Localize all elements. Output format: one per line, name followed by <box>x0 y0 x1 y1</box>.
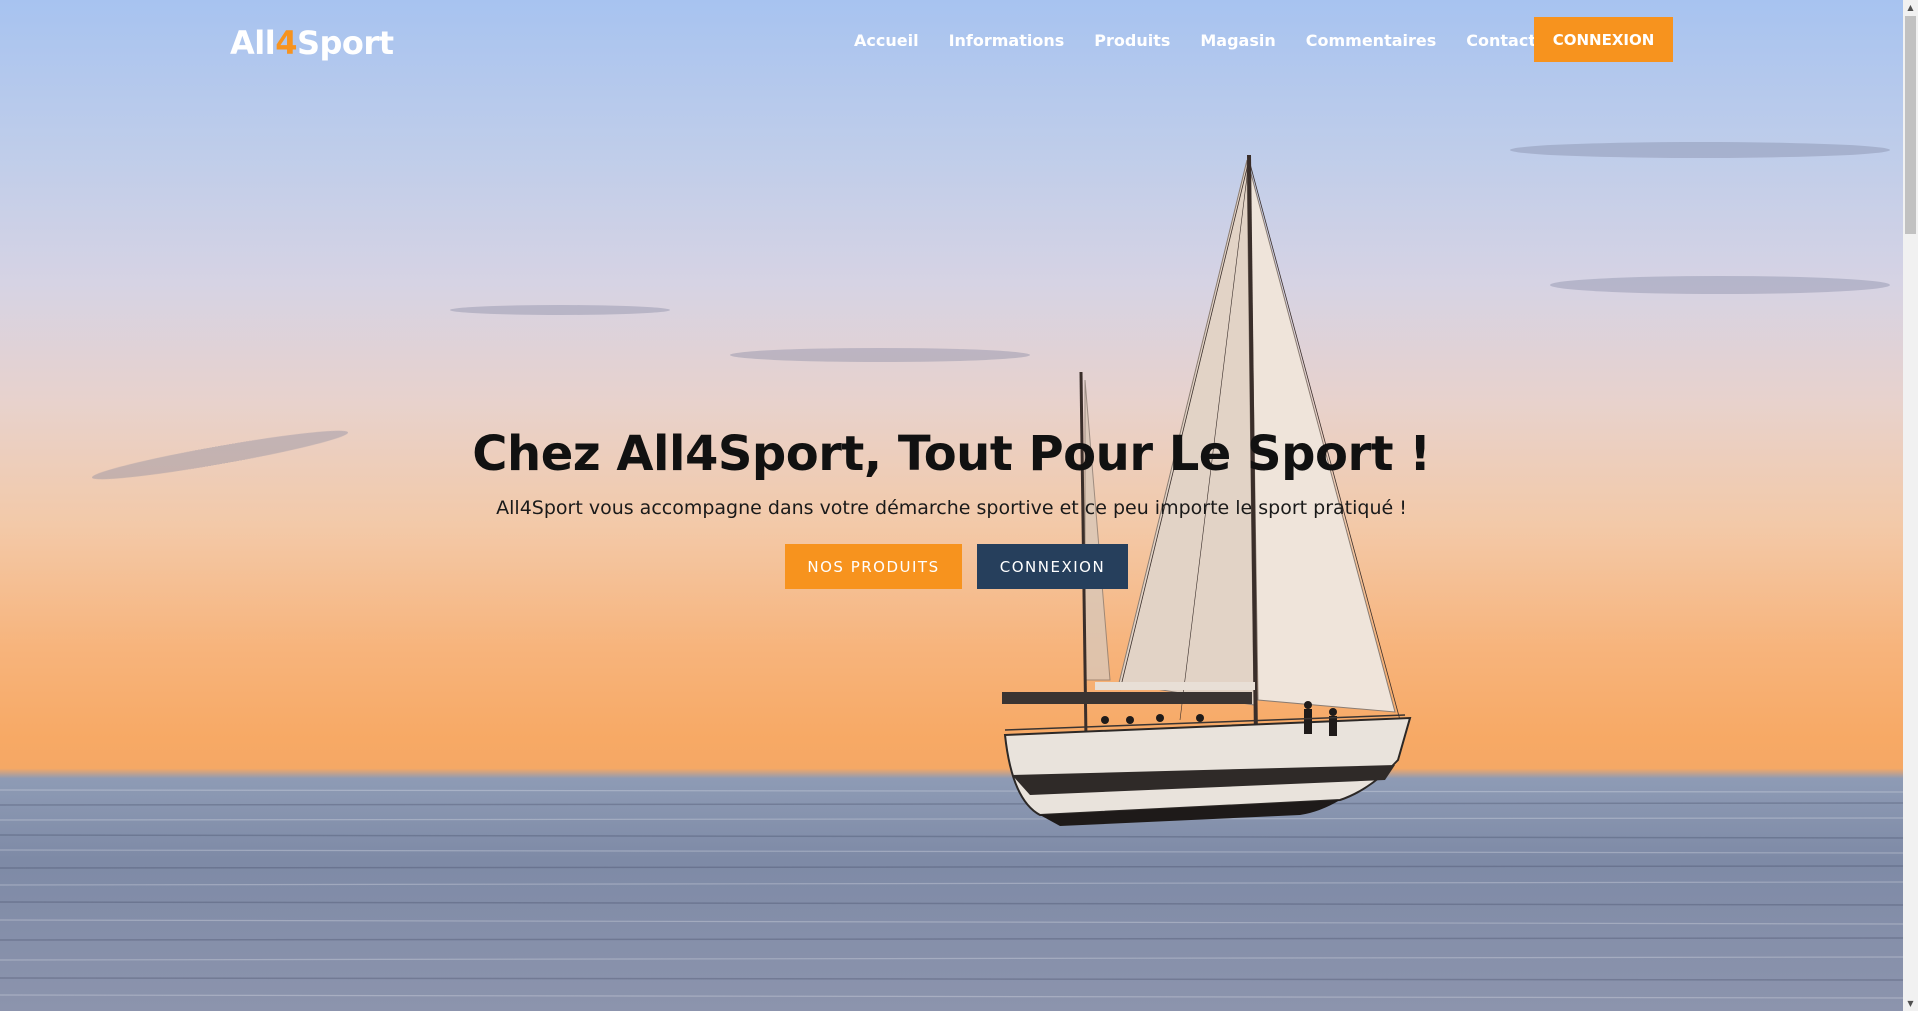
vertical-scrollbar[interactable]: ▲ ▼ <box>1903 0 1918 1011</box>
header-login-button[interactable]: CONNEXION <box>1534 17 1673 62</box>
hero-login-button[interactable]: CONNEXION <box>977 544 1128 589</box>
our-products-button[interactable]: NOS PRODUITS <box>785 544 962 589</box>
nav-link-accueil[interactable]: Accueil <box>854 31 919 50</box>
nav-link-commentaires[interactable]: Commentaires <box>1306 31 1437 50</box>
hero-title: Chez All4Sport, Tout Pour Le Sport ! <box>472 426 1431 482</box>
logo-text-sport: Sport <box>296 24 394 62</box>
page: All4Sport Accueil Informations Produits … <box>0 0 1918 1011</box>
triangle-down-icon[interactable]: ▼ <box>1903 996 1918 1011</box>
site-logo[interactable]: All4Sport <box>230 24 394 62</box>
main-navigation: Accueil Informations Produits Magasin Co… <box>854 18 1566 62</box>
logo-text-4: 4 <box>275 24 297 62</box>
hero-subtitle: All4Sport vous accompagne dans votre dém… <box>496 497 1407 519</box>
nav-link-informations[interactable]: Informations <box>949 31 1065 50</box>
nav-link-magasin[interactable]: Magasin <box>1200 31 1275 50</box>
scrollbar-thumb[interactable] <box>1905 16 1916 234</box>
nav-link-contact[interactable]: Contact <box>1466 31 1536 50</box>
triangle-up-icon[interactable]: ▲ <box>1903 0 1918 15</box>
logo-text-all: All <box>230 24 276 62</box>
nav-link-produits[interactable]: Produits <box>1094 31 1170 50</box>
